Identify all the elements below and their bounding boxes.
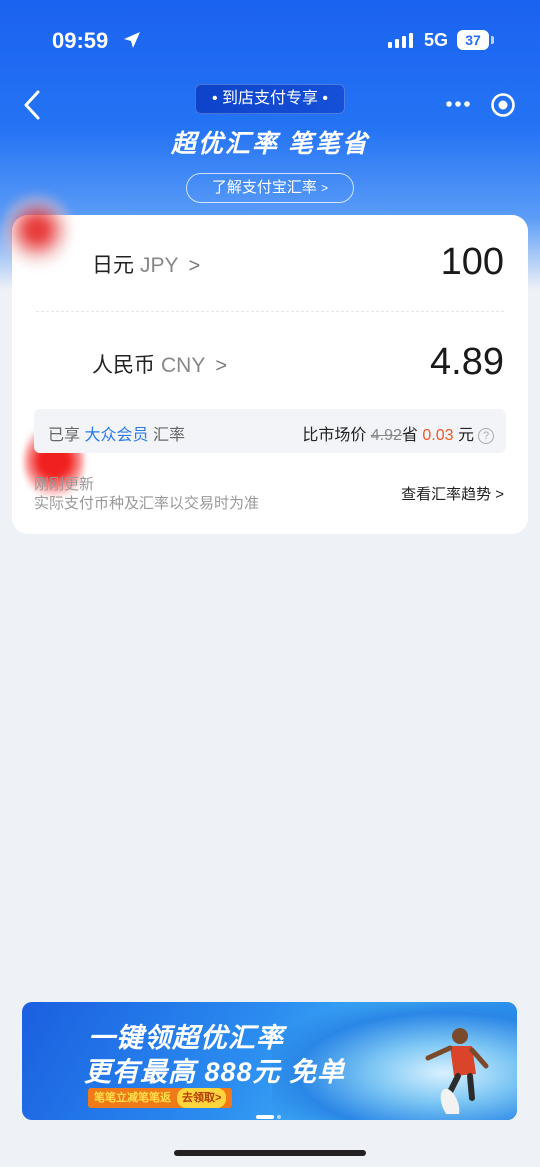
member-rate-bar: 已享 大众会员 汇率 比市场价 4.92省 0.03 元?	[34, 409, 506, 453]
perk-suffix: 汇率	[152, 427, 185, 444]
market-label: 比市场价	[302, 427, 367, 444]
to-amount-value: 4.89	[430, 341, 504, 383]
rate-disclaimer: 实际支付币种及汇率以交易时为准	[34, 495, 260, 512]
market-price: 4.92	[370, 427, 402, 444]
member-tier[interactable]: 大众会员	[84, 427, 148, 444]
chevron-right-icon: >	[215, 355, 228, 377]
rate-trend-link[interactable]: 查看汇率趋势 >	[401, 483, 504, 504]
page-headline: 超优汇率 笔笔省	[171, 130, 369, 158]
clock: 09:59	[52, 28, 109, 53]
promo-banner[interactable]: 一键领超优汇率 更有最高 888元 免单 笔笔立减笔笔返 去领取>	[22, 1002, 517, 1120]
surfer-illustration	[425, 1028, 489, 1114]
update-status: 刚刚更新	[34, 476, 95, 493]
to-currency-code: CNY	[161, 354, 206, 377]
member-rate-info: 已享 大众会员 汇率	[48, 421, 185, 445]
help-icon[interactable]: ?	[478, 428, 494, 444]
chevron-right-icon: >	[188, 255, 201, 277]
from-amount-input[interactable]: 100	[441, 241, 504, 284]
from-currency-code: JPY	[140, 254, 179, 277]
from-currency-name: 日元	[92, 254, 134, 277]
home-indicator	[174, 1150, 366, 1156]
save-label: 省	[401, 427, 418, 444]
chevron-right-icon: >	[321, 181, 329, 195]
update-info: 刚刚更新 实际支付币种及汇率以交易时为准	[34, 475, 259, 513]
more-icon[interactable]	[445, 92, 471, 116]
banner-sub-text: 笔笔立减笔笔返	[94, 1092, 171, 1104]
divider	[36, 311, 504, 312]
network-type: 5G	[424, 30, 449, 50]
status-bar: 09:59 5G 37	[0, 22, 540, 62]
promo-tag: • 到店支付专享 •	[195, 84, 345, 114]
banner-line-2: 更有最高 888元 免单	[84, 1057, 346, 1087]
save-amount: 0.03	[422, 427, 454, 444]
battery-tip	[491, 36, 494, 44]
perk-prefix: 已享	[48, 427, 81, 444]
to-currency-row[interactable]: 人民币 CNY > 4.89	[12, 313, 528, 501]
currency-unit: 元	[457, 427, 474, 444]
from-currency-row[interactable]: 日元 JPY > 100	[2, 185, 528, 311]
carousel-indicator	[256, 1106, 284, 1120]
redaction-blot	[2, 185, 72, 275]
learn-rate-label: 了解支付宝汇率	[211, 179, 317, 196]
location-arrow-icon	[124, 32, 140, 48]
from-currency-selector[interactable]: 日元 JPY >	[92, 249, 200, 279]
to-currency-selector[interactable]: 人民币 CNY >	[92, 349, 227, 379]
battery-icon: 37	[457, 30, 489, 50]
close-target-icon[interactable]	[490, 92, 516, 118]
banner-sub: 笔笔立减笔笔返 去领取>	[88, 1088, 233, 1108]
banner-cta-button[interactable]: 去领取>	[177, 1088, 227, 1108]
learn-rate-link[interactable]: 了解支付宝汇率 >	[186, 173, 354, 203]
converter-card: 日元 JPY > 100 人民币 CNY > 4.89 已享 大众会员 汇率 比市场价 …	[2, 185, 528, 534]
to-currency-name: 人民币	[92, 354, 155, 377]
back-arrow-icon[interactable]	[18, 88, 48, 122]
signal-icon	[388, 33, 413, 48]
savings-info: 比市场价 4.92省 0.03 元?	[302, 421, 494, 445]
